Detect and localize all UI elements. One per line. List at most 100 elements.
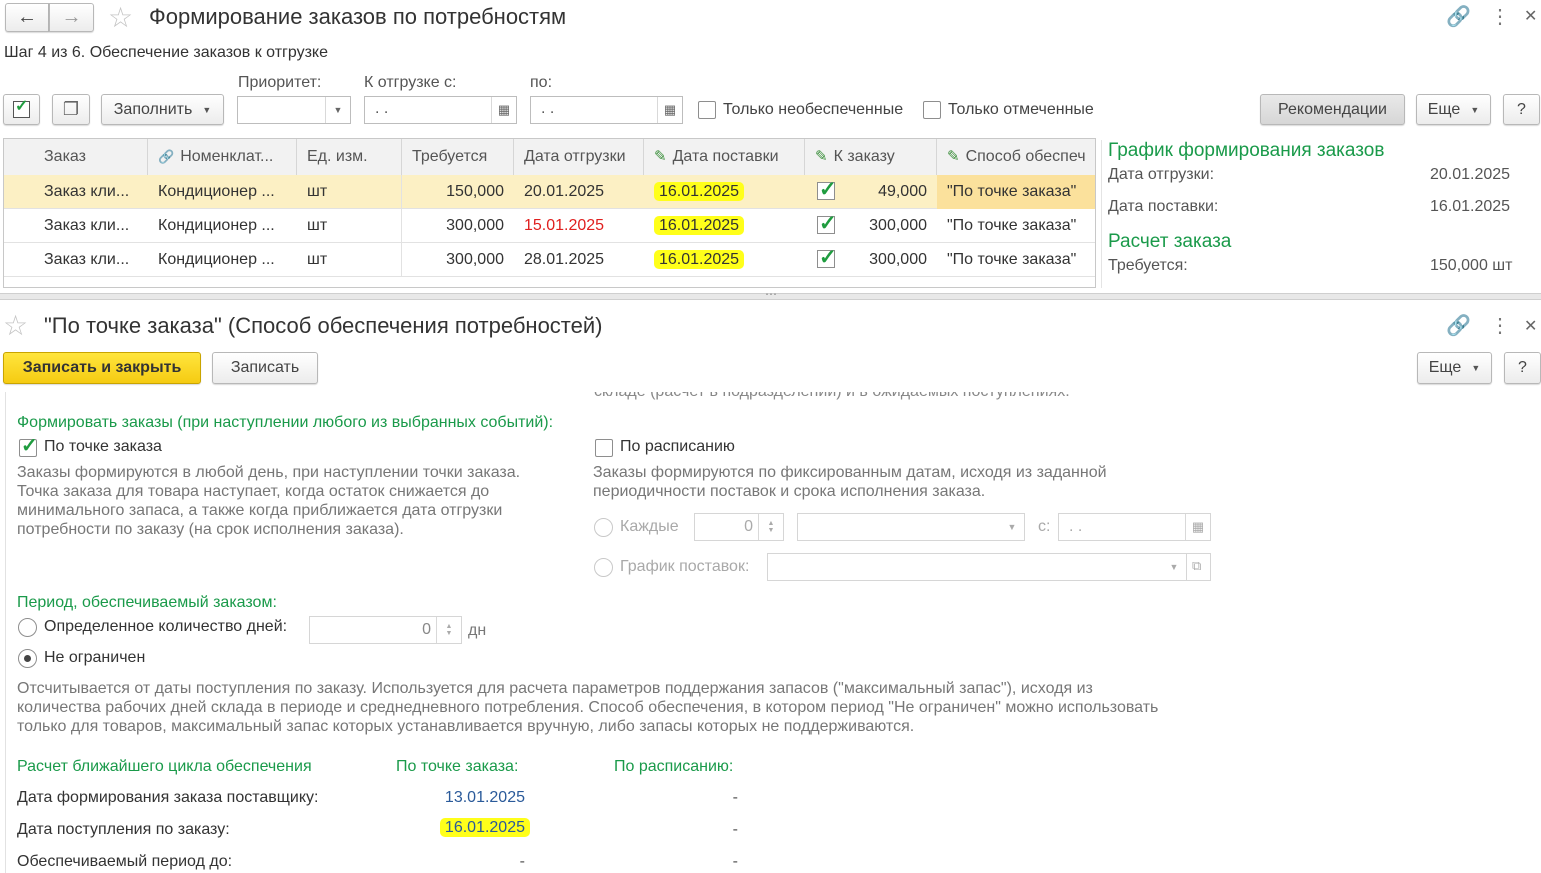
delivery-schedule-radio[interactable] xyxy=(594,558,613,577)
cycle-col-schedule: По расписанию: xyxy=(614,758,734,775)
by-point-desc-line: потребности по заказу (на срок исполнени… xyxy=(17,521,404,538)
by-schedule-desc-line: периодичности поставок и срока исполнени… xyxy=(593,483,986,500)
cycle-row-label: Дата формирования заказа поставщику: xyxy=(17,789,319,806)
cycle-row-point: - xyxy=(519,853,525,870)
cell-to-order: 300,000 xyxy=(869,251,927,268)
check-all-button[interactable]: ✓ xyxy=(3,94,40,125)
by-point-label: По точке заказа xyxy=(44,438,162,455)
table-row[interactable]: Заказ кли... Кондиционер ... шт 300,000 … xyxy=(4,243,1095,277)
priority-select[interactable]: ▼ xyxy=(237,96,351,124)
stepper-icon[interactable]: ▲ ▼ xyxy=(436,617,461,643)
cell-item: Кондиционер ... xyxy=(158,183,275,200)
save-and-close-button[interactable]: Записать и закрыть xyxy=(3,352,201,384)
more-button[interactable]: Еще ▼ xyxy=(1416,94,1491,125)
copy-button[interactable]: ❐ xyxy=(52,94,90,125)
side-required-label: Требуется: xyxy=(1108,257,1188,274)
pencil-icon: ✎ xyxy=(654,148,667,165)
cell-method[interactable]: "По точке заказа" xyxy=(937,175,1095,209)
cell-delivery-date[interactable]: 16.01.2025 xyxy=(644,209,805,243)
side-delivery-date-label: Дата поставки: xyxy=(1108,198,1219,215)
column-header-order[interactable]: Заказ xyxy=(34,139,148,175)
to-label: по: xyxy=(530,74,553,91)
more-button[interactable]: Еще ▼ xyxy=(1417,352,1492,384)
cell-to-order: 49,000 xyxy=(878,183,927,200)
calendar-icon[interactable]: ▦ xyxy=(491,97,516,123)
link-icon[interactable]: 🔗 xyxy=(1446,4,1471,29)
calendar-icon[interactable]: ▦ xyxy=(657,97,682,123)
cell-delivery-date[interactable]: 16.01.2025 xyxy=(644,175,805,209)
step-label: Шаг 4 из 6. Обеспечение заказов к отгруз… xyxy=(4,44,328,61)
column-header-ship-date[interactable]: Дата отгрузки xyxy=(514,139,644,175)
save-button[interactable]: Записать xyxy=(212,352,318,384)
help-button[interactable]: ? xyxy=(1504,352,1541,384)
to-order-checkbox[interactable]: ✓ xyxy=(817,178,837,201)
calendar-icon[interactable]: ▦ xyxy=(1185,514,1210,540)
stepper-icon[interactable]: ▲ ▼ xyxy=(758,514,783,540)
column-header-delivery-date[interactable]: ✎ Дата поставки xyxy=(644,139,805,175)
side-ship-date-value: 20.01.2025 xyxy=(1430,166,1511,183)
pencil-icon: ✎ xyxy=(815,148,828,165)
by-point-checkbox[interactable]: ✓ xyxy=(19,435,38,457)
fixed-days-input[interactable]: 0 ▲ ▼ xyxy=(309,616,462,644)
delivery-schedule-select[interactable]: ▼ xyxy=(767,553,1187,581)
cell-ship-date: 28.01.2025 xyxy=(524,251,605,268)
back-button[interactable]: ← xyxy=(5,3,49,32)
recommendations-button[interactable]: Рекомендации xyxy=(1260,94,1405,125)
cell-required: 300,000 xyxy=(446,251,504,268)
ship-from-label: К отгрузке с: xyxy=(364,74,457,91)
fill-button[interactable]: Заполнить ▼ xyxy=(101,94,224,125)
column-header-unit[interactable]: Ед. изм. xyxy=(297,139,402,175)
close-icon[interactable]: ✕ xyxy=(1524,6,1537,26)
arrow-right-icon: → xyxy=(61,6,82,28)
close-icon[interactable]: ✕ xyxy=(1524,316,1537,336)
dropdown-arrow-icon: ▼ xyxy=(1471,363,1481,373)
more-vertical-icon[interactable]: ⋮ xyxy=(1490,4,1510,29)
cell-method[interactable]: "По точке заказа" xyxy=(937,243,1095,277)
to-order-checkbox[interactable]: ✓ xyxy=(817,246,837,269)
side-required-value: 150,000 шт xyxy=(1430,257,1513,274)
from-label: с: xyxy=(1038,518,1051,535)
cell-method[interactable]: "По точке заказа" xyxy=(937,209,1095,243)
fixed-days-label: Определенное количество дней: xyxy=(44,618,288,635)
cycle-col-point: По точке заказа: xyxy=(396,758,519,775)
forward-button[interactable]: → xyxy=(49,3,94,32)
column-header-to-order[interactable]: ✎ К заказу xyxy=(805,139,937,175)
every-number-input[interactable]: 0 ▲ ▼ xyxy=(694,513,784,541)
star-icon[interactable]: ☆ xyxy=(3,309,28,342)
copy-icon: ❐ xyxy=(62,99,80,119)
window-splitter[interactable]: ⋯ xyxy=(0,287,1541,301)
checkmark-icon: ✓ xyxy=(819,212,837,235)
column-header-item[interactable]: 🔗 Номенклат... xyxy=(148,139,297,175)
link-icon[interactable]: 🔗 xyxy=(1446,313,1471,338)
more-vertical-icon[interactable]: ⋮ xyxy=(1490,313,1510,338)
fixed-days-radio[interactable] xyxy=(18,618,37,637)
period-type-select[interactable]: ▼ xyxy=(797,513,1025,541)
cycle-row-schedule: - xyxy=(732,853,738,870)
cell-delivery-date[interactable]: 16.01.2025 xyxy=(644,243,805,277)
link-icon: 🔗 xyxy=(158,149,175,164)
only-marked-checkbox[interactable] xyxy=(923,101,941,119)
open-schedule-button[interactable]: ⧉ xyxy=(1186,553,1211,581)
ship-to-date-input[interactable]: . . ▦ xyxy=(530,96,683,124)
column-header-method[interactable]: ✎ Способ обеспеч xyxy=(937,139,1095,175)
priority-label: Приоритет: xyxy=(238,74,322,91)
table-row[interactable]: Заказ кли... Кондиционер ... шт 300,000 … xyxy=(4,209,1095,243)
only-unsecured-checkbox[interactable] xyxy=(698,101,716,119)
column-header-required[interactable]: Требуется xyxy=(402,139,514,175)
dropdown-arrow-icon: ▼ xyxy=(1470,104,1480,115)
cell-item: Кондиционер ... xyxy=(158,251,275,268)
ship-from-date-input[interactable]: . . ▦ xyxy=(364,96,517,124)
to-order-checkbox[interactable]: ✓ xyxy=(817,212,837,235)
table-row[interactable]: Заказ кли... Кондиционер ... шт 150,000 … xyxy=(4,175,1095,209)
cell-ship-date: 20.01.2025 xyxy=(524,183,605,200)
every-radio[interactable] xyxy=(594,518,613,537)
dropdown-arrow-icon[interactable]: ▼ xyxy=(1162,554,1186,580)
by-schedule-checkbox[interactable] xyxy=(595,439,613,457)
unlimited-radio[interactable] xyxy=(18,649,37,668)
from-date-input[interactable]: . . ▦ xyxy=(1058,513,1211,541)
help-button[interactable]: ? xyxy=(1503,94,1540,125)
cell-required: 150,000 xyxy=(446,183,504,200)
dropdown-arrow-icon[interactable]: ▼ xyxy=(325,97,350,123)
star-icon[interactable]: ☆ xyxy=(108,1,133,34)
dropdown-arrow-icon[interactable]: ▼ xyxy=(1000,514,1024,540)
